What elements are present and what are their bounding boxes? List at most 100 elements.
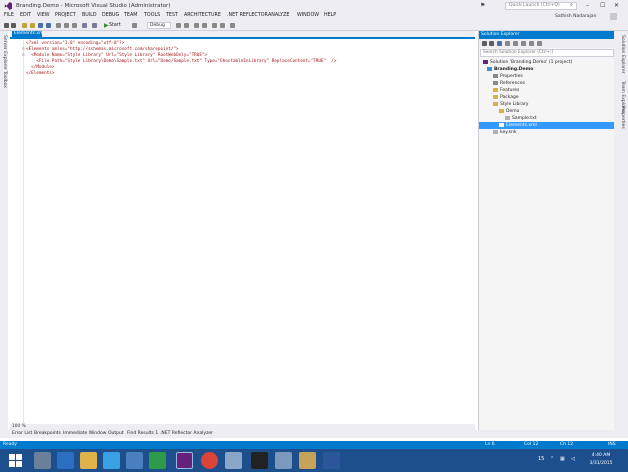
fold-toggle[interactable]: ⊟	[22, 46, 24, 51]
network-icon[interactable]: ▦	[560, 456, 565, 462]
toolbar-icon-f[interactable]	[220, 23, 225, 28]
tab-net-reflector-analyzer[interactable]: .NET Reflector Analyzer	[160, 431, 213, 436]
zoom-level[interactable]: 100 %	[12, 424, 26, 429]
toolbar-icon-b[interactable]	[184, 23, 189, 28]
solution-search-input[interactable]: Search Solution Explorer (Ctrl+;)	[480, 49, 614, 57]
menu-bar: FILE EDIT VIEW PROJECT BUILD DEBUG TEAM …	[0, 12, 628, 21]
sync-icon[interactable]	[505, 41, 510, 46]
app-icon[interactable]	[126, 452, 143, 469]
tree-item-solution[interactable]: Solution 'Branding.Demo' (1 project)	[483, 59, 572, 66]
remote-desktop-icon[interactable]	[225, 452, 242, 469]
tree-item-elements-xml[interactable]: Elements.xml	[479, 122, 615, 129]
new-project-icon[interactable]	[22, 23, 27, 28]
start-button[interactable]: Start	[109, 23, 121, 28]
tray-chevron-icon[interactable]: ⌃	[550, 456, 554, 462]
paint-icon[interactable]	[299, 452, 316, 469]
app-icon[interactable]	[275, 452, 292, 469]
undo-icon[interactable]	[82, 23, 87, 28]
toolbar-icon-d[interactable]	[202, 23, 207, 28]
tab-error-list[interactable]: Error List	[12, 431, 32, 436]
toolbar-icon-e[interactable]	[212, 23, 217, 28]
open-file-icon[interactable]	[30, 23, 35, 28]
copy-icon[interactable]	[64, 23, 69, 28]
tree-item-project[interactable]: Branding.Demo	[487, 66, 533, 73]
internet-explorer-icon[interactable]	[103, 452, 120, 469]
command-prompt-icon[interactable]	[251, 452, 268, 469]
save-all-icon[interactable]	[46, 23, 51, 28]
user-name[interactable]: Sathish Nadarajan	[555, 14, 596, 19]
menu-tools[interactable]: TOOLS	[144, 13, 160, 18]
tab-output[interactable]: Output	[108, 431, 124, 436]
tab-server-explorer[interactable]: Server Explorer	[2, 35, 7, 70]
solution-icon	[483, 59, 488, 64]
back-icon[interactable]	[482, 41, 487, 46]
server-manager-icon[interactable]	[34, 452, 51, 469]
refresh-icon[interactable]	[132, 23, 137, 28]
quick-launch-input[interactable]: Quick Launch (Ctrl+Q)	[505, 2, 577, 10]
cut-icon[interactable]	[56, 23, 61, 28]
toolbar-icon-c[interactable]	[194, 23, 199, 28]
tab-elements-xml[interactable]: Elements.xml	[12, 31, 45, 37]
configuration-dropdown[interactable]: Debug	[147, 22, 171, 29]
chrome-icon[interactable]	[201, 452, 218, 469]
menu-window[interactable]: WINDOW	[297, 13, 319, 18]
tab-properties[interactable]: Properties	[620, 106, 625, 129]
tab-toolbox[interactable]: Toolbox	[2, 71, 7, 88]
tree-item-key-snk[interactable]: key.snk	[493, 129, 516, 136]
tab-find-results[interactable]: Find Results 1	[127, 431, 158, 436]
menu-edit[interactable]: EDIT	[20, 13, 31, 18]
forward-icon[interactable]	[489, 41, 494, 46]
refresh-icon[interactable]	[513, 41, 518, 46]
fold-toggle[interactable]: ⊟	[22, 52, 24, 57]
tree-item-properties[interactable]: Properties	[493, 73, 523, 80]
tree-item-features[interactable]: Features	[493, 87, 519, 94]
feedback-flag-icon[interactable]: ⚑	[480, 2, 485, 9]
tree-item-package[interactable]: Package	[493, 94, 519, 101]
maximize-button[interactable]: ☐	[600, 2, 605, 9]
paste-icon[interactable]	[72, 23, 77, 28]
menu-project[interactable]: PROJECT	[55, 13, 76, 18]
visual-studio-taskbar-icon[interactable]	[176, 452, 193, 469]
tree-item-demo[interactable]: Demo	[499, 108, 519, 115]
properties-icon[interactable]	[537, 41, 542, 46]
menu-analyze[interactable]: ANALYZE	[268, 13, 289, 18]
forward-icon[interactable]	[11, 23, 16, 28]
menu-architecture[interactable]: ARCHITECTURE	[184, 13, 221, 18]
menu-debug[interactable]: DEBUG	[102, 13, 119, 18]
tree-item-style-library[interactable]: Style Library	[493, 101, 528, 108]
menu-help[interactable]: HELP	[324, 13, 336, 18]
menu-file[interactable]: FILE	[4, 13, 14, 18]
avatar[interactable]	[610, 13, 617, 20]
show-all-files-icon[interactable]	[529, 41, 534, 46]
volume-icon[interactable]: ◁	[571, 456, 575, 462]
minimize-button[interactable]: –	[586, 2, 589, 9]
start-play-icon[interactable]: ▶	[104, 22, 109, 29]
menu-team[interactable]: TEAM	[124, 13, 137, 18]
toolbar-icon-a[interactable]	[176, 23, 181, 28]
menu-view[interactable]: VIEW	[37, 13, 49, 18]
menu-net-reflector[interactable]: .NET REFLECTOR	[227, 13, 268, 18]
tab-solution-explorer[interactable]: Solution Explorer	[620, 35, 625, 74]
collapse-all-icon[interactable]	[521, 41, 526, 46]
windows-start-icon[interactable]	[9, 454, 22, 467]
tab-immediate-window[interactable]: Immediate Window	[63, 431, 106, 436]
file-explorer-icon[interactable]	[80, 452, 97, 469]
home-icon[interactable]	[497, 41, 502, 46]
menu-build[interactable]: BUILD	[82, 13, 97, 18]
powershell-icon[interactable]	[57, 452, 74, 469]
redo-icon[interactable]	[92, 23, 97, 28]
search-icon[interactable]: ⌕	[570, 2, 573, 8]
toolbar: ▶ Start Debug	[0, 21, 628, 31]
close-button[interactable]: ✕	[614, 2, 619, 9]
back-icon[interactable]	[4, 23, 9, 28]
tree-item-references[interactable]: References	[493, 80, 525, 87]
menu-test[interactable]: TEST	[166, 13, 178, 18]
tab-breakpoints[interactable]: Breakpoints	[34, 431, 61, 436]
word-icon[interactable]	[323, 452, 340, 469]
sharepoint-designer-icon[interactable]	[149, 452, 166, 469]
tree-item-sample-txt[interactable]: Sample.txt	[505, 115, 537, 122]
code-editor[interactable]: ⊟ ⊟ <?xml version="1.0" encoding="utf-8"…	[10, 40, 475, 424]
clock[interactable]: 4:40 AM 3/31/2015	[583, 452, 619, 468]
save-icon[interactable]	[38, 23, 43, 28]
toolbar-icon-g[interactable]	[230, 23, 235, 28]
